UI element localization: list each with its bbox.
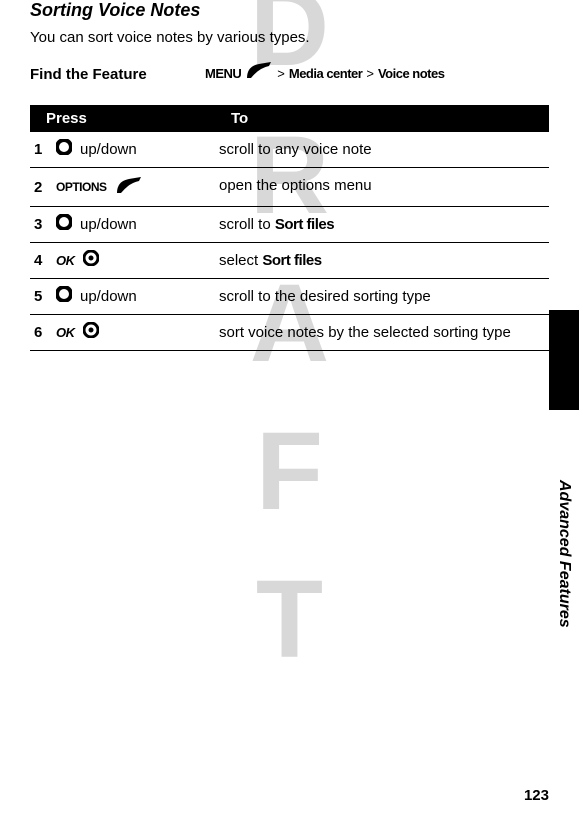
intro-text: You can sort voice notes by various type… <box>30 29 549 46</box>
softkey-icon <box>115 175 143 199</box>
find-feature-row: Find the Feature MENU > Media center> Vo… <box>30 60 549 87</box>
table-row: 3 up/down scroll to Sort files <box>30 207 549 243</box>
menu-label: MENU <box>205 62 241 85</box>
action-text: up/down <box>80 141 137 158</box>
to-prefix: scroll to <box>219 216 275 233</box>
to-cell: scroll to the desired sorting type <box>215 279 549 314</box>
step-number: 3 <box>34 216 48 233</box>
step-number: 1 <box>34 141 48 158</box>
to-prefix: select <box>219 252 262 269</box>
press-cell: 5 up/down <box>30 279 215 313</box>
options-label: OPTIONS <box>56 180 107 194</box>
table-row: 6 OK sort voice notes by the selected so… <box>30 315 549 351</box>
feature-path: MENU > Media center> Voice notes <box>205 60 444 87</box>
to-bold: Sort files <box>275 216 334 233</box>
press-cell: 4 OK <box>30 243 215 277</box>
step-number: 4 <box>34 252 48 269</box>
to-cell: select Sort files <box>215 243 549 278</box>
header-press: Press <box>30 105 215 132</box>
find-feature-label: Find the Feature <box>30 60 205 83</box>
page-number: 123 <box>524 787 549 804</box>
section-title: Sorting Voice Notes <box>30 0 549 21</box>
path-sep: > <box>277 62 285 85</box>
to-cell: open the options menu <box>215 168 549 203</box>
nav-key-icon <box>56 286 72 306</box>
action-text: up/down <box>80 288 137 305</box>
ok-label: OK <box>56 253 75 268</box>
press-cell: 3 up/down <box>30 207 215 241</box>
press-cell: 1 up/down <box>30 132 215 166</box>
table-row: 1 up/down scroll to any voice note <box>30 132 549 168</box>
nav-key-icon <box>56 214 72 234</box>
header-to: To <box>215 105 549 132</box>
step-number: 5 <box>34 288 48 305</box>
table-row: 2 OPTIONS open the options menu <box>30 168 549 207</box>
table-row: 4 OK select Sort files <box>30 243 549 279</box>
page-content: Sorting Voice Notes You can sort voice n… <box>0 0 579 351</box>
path-sep: > <box>366 62 374 85</box>
press-cell: 2 OPTIONS <box>30 168 215 206</box>
action-text: up/down <box>80 216 137 233</box>
instructions-table: Press To 1 up/down scroll to any voice n… <box>30 105 549 351</box>
step-number: 2 <box>34 179 48 196</box>
center-key-icon <box>83 322 99 342</box>
press-cell: 6 OK <box>30 315 215 349</box>
to-cell: sort voice notes by the selected sorting… <box>215 315 549 350</box>
step-number: 6 <box>34 324 48 341</box>
ok-label: OK <box>56 325 75 340</box>
to-bold: Sort files <box>262 252 321 269</box>
softkey-icon <box>245 60 273 87</box>
center-key-icon <box>83 250 99 270</box>
media-center-label: Media center <box>289 62 362 85</box>
nav-key-icon <box>56 139 72 159</box>
voice-notes-label: Voice notes <box>378 62 445 85</box>
side-label: Advanced Features <box>555 480 573 628</box>
to-cell: scroll to Sort files <box>215 207 549 242</box>
table-header: Press To <box>30 105 549 132</box>
to-cell: scroll to any voice note <box>215 132 549 167</box>
table-row: 5 up/down scroll to the desired sorting … <box>30 279 549 315</box>
